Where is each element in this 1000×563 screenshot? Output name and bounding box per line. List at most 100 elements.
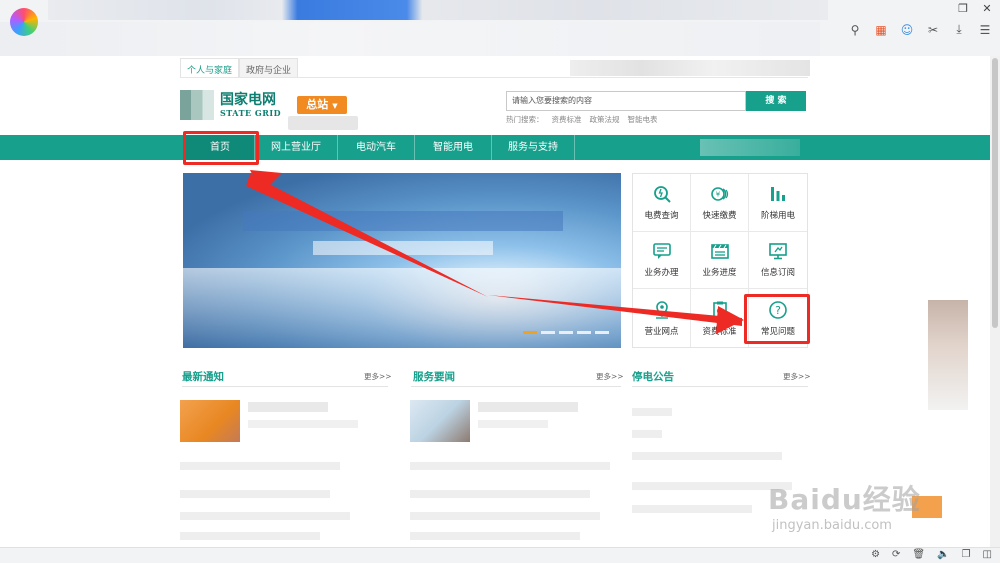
close-icon[interactable]: ✕ bbox=[980, 2, 994, 15]
hot-link[interactable]: 智能电表 bbox=[628, 114, 658, 125]
blurred-text bbox=[478, 420, 548, 428]
carousel-dot[interactable] bbox=[595, 331, 609, 334]
blurred-text bbox=[478, 402, 578, 412]
window-icon[interactable]: ❐ bbox=[962, 549, 971, 560]
banner-image bbox=[183, 268, 621, 348]
service-quick-pay[interactable]: ¥ 快速缴费 bbox=[691, 174, 749, 232]
blurred-text bbox=[632, 505, 752, 513]
carousel-dot[interactable] bbox=[577, 331, 591, 334]
floating-widget[interactable] bbox=[928, 300, 968, 410]
hot-searches: 热门搜索： 资费标准 政策法规 智能电表 bbox=[506, 114, 658, 125]
nav-item-service-support[interactable]: 服务与支持 bbox=[492, 135, 575, 160]
service-subscribe[interactable]: 信息订阅 bbox=[749, 232, 807, 290]
audience-tabs: 个人与家庭 政府与企业 bbox=[180, 58, 299, 78]
divider bbox=[180, 77, 808, 78]
banner-subtitle-blurred bbox=[313, 241, 493, 255]
service-tariff[interactable]: 资费标准 bbox=[691, 289, 749, 347]
site-logo[interactable]: 国家电网 STATE GRID bbox=[180, 90, 281, 120]
status-bar: ⚙ ⟳ 🗑 🔈 ❐ ◫ bbox=[0, 547, 1000, 563]
speaker-icon[interactable]: 🔈 bbox=[937, 549, 949, 560]
carousel-dot[interactable] bbox=[559, 331, 573, 334]
film-icon bbox=[710, 241, 730, 261]
service-label: 业务办理 bbox=[644, 268, 679, 279]
highlight-home bbox=[183, 131, 259, 165]
banner-title-blurred bbox=[243, 211, 563, 231]
brand-name-cn: 国家电网 bbox=[220, 92, 276, 108]
section-title-notices: 最新通知 bbox=[182, 371, 224, 383]
scrollbar-thumb[interactable] bbox=[992, 58, 998, 328]
monitor-icon bbox=[768, 241, 788, 261]
service-tiered-power[interactable]: 阶梯用电 bbox=[749, 174, 807, 232]
blurred-element bbox=[288, 116, 358, 130]
region-selector[interactable]: 总站 ▼ bbox=[297, 96, 347, 114]
service-label: 快速缴费 bbox=[702, 210, 737, 221]
apps-icon[interactable]: ▦ bbox=[874, 23, 888, 37]
hot-link[interactable]: 资费标准 bbox=[552, 114, 582, 125]
address-bar[interactable] bbox=[0, 22, 820, 56]
scissors-icon[interactable]: ✂ bbox=[926, 23, 940, 37]
news-thumbnail[interactable] bbox=[410, 400, 470, 442]
blurred-text bbox=[410, 532, 580, 540]
search-icon[interactable]: ⚲ bbox=[848, 23, 862, 37]
smile-icon[interactable]: ☺ bbox=[900, 23, 914, 37]
nav-item-ev[interactable]: 电动汽车 bbox=[338, 135, 415, 160]
blurred-text bbox=[180, 490, 330, 498]
divider bbox=[411, 386, 621, 387]
browser-logo-icon bbox=[10, 8, 38, 36]
restore-icon[interactable]: ❐ bbox=[956, 2, 970, 15]
blurred-text bbox=[632, 408, 672, 416]
service-bill-query[interactable]: 电费查询 bbox=[633, 174, 691, 232]
top-links-blurred bbox=[570, 60, 810, 76]
browser-tools: ⚲ ▦ ☺ ✂ ⤓ ☰ bbox=[848, 22, 992, 37]
hot-label: 热门搜索： bbox=[506, 115, 544, 124]
split-icon[interactable]: ◫ bbox=[983, 549, 992, 560]
service-label: 阶梯用电 bbox=[760, 210, 795, 221]
section-title-outages: 停电公告 bbox=[632, 371, 674, 383]
chevron-down-icon: ▼ bbox=[332, 102, 338, 110]
download-icon[interactable]: ⤓ bbox=[952, 22, 966, 37]
bar-chart-icon bbox=[768, 184, 788, 204]
search-button[interactable]: 搜 索 bbox=[746, 91, 806, 111]
extension-icon[interactable]: ⚙ bbox=[871, 549, 880, 560]
search-bill-icon bbox=[652, 184, 672, 204]
tab-enterprise[interactable]: 政府与企业 bbox=[239, 58, 299, 78]
blurred-text bbox=[248, 402, 328, 412]
tab-strip[interactable] bbox=[48, 0, 828, 20]
svg-text:¥: ¥ bbox=[715, 190, 720, 198]
nav-item-smart-power[interactable]: 智能用电 bbox=[415, 135, 492, 160]
notice-thumbnail[interactable] bbox=[180, 400, 240, 442]
tab-personal[interactable]: 个人与家庭 bbox=[180, 58, 240, 78]
carousel-dots bbox=[523, 331, 609, 334]
divider bbox=[632, 386, 808, 387]
blurred-text bbox=[410, 512, 600, 520]
blurred-text bbox=[180, 512, 350, 520]
more-link[interactable]: 更多>> bbox=[783, 371, 811, 382]
service-label: 信息订阅 bbox=[760, 268, 795, 279]
main-nav: 首页 网上营业厅 电动汽车 智能用电 服务与支持 bbox=[0, 135, 996, 160]
chat-icon bbox=[652, 241, 672, 261]
watermark-url: jingyan.baidu.com bbox=[772, 518, 892, 533]
carousel-dot[interactable] bbox=[541, 331, 555, 334]
blurred-text bbox=[410, 490, 590, 498]
nav-item-online-hall[interactable]: 网上营业厅 bbox=[255, 135, 338, 160]
watermark: Baidu经验 bbox=[768, 483, 921, 516]
service-business[interactable]: 业务办理 bbox=[633, 231, 691, 290]
trash-icon[interactable]: 🗑 bbox=[912, 549, 925, 560]
location-icon bbox=[652, 300, 672, 320]
menu-icon[interactable]: ☰ bbox=[978, 23, 992, 37]
search-input[interactable]: 请输入您要搜索的内容 bbox=[506, 91, 746, 111]
share-icon[interactable]: ⟳ bbox=[892, 549, 900, 560]
service-label: 营业网点 bbox=[644, 326, 679, 337]
blurred-element bbox=[700, 139, 800, 156]
blurred-text bbox=[180, 532, 320, 540]
carousel-dot[interactable] bbox=[523, 331, 537, 334]
clipboard-icon bbox=[710, 300, 730, 320]
highlight-faq bbox=[744, 294, 810, 344]
more-link[interactable]: 更多>> bbox=[596, 371, 624, 382]
hot-link[interactable]: 政策法规 bbox=[590, 114, 620, 125]
service-progress[interactable]: 业务进度 bbox=[691, 231, 749, 290]
more-link[interactable]: 更多>> bbox=[364, 371, 392, 382]
window-controls: ❐ ✕ bbox=[956, 2, 994, 15]
hero-banner[interactable] bbox=[183, 173, 621, 348]
service-outlets[interactable]: 营业网点 bbox=[633, 289, 691, 347]
